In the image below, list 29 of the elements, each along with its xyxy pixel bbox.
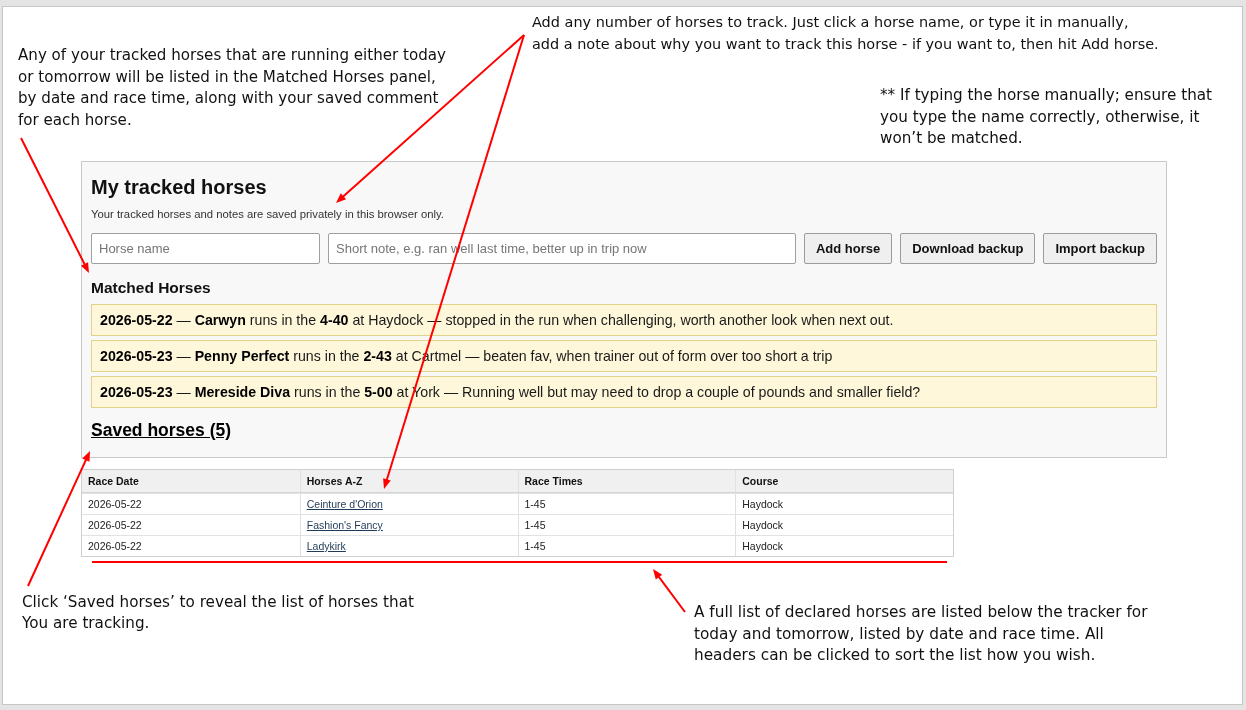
import-backup-button[interactable]: Import backup [1043, 233, 1157, 264]
annotation-note: Add any number of horses to track. Just click a horse name, or type it in manually, add a note about why you want to track this horse - if you want to, then hit Add horse. [532, 13, 1159, 54]
annotation-note: Click ‘Saved horses’ to reveal the list of horses that You are tracking. [22, 592, 414, 634]
table-cell: Haydock [735, 515, 953, 535]
table-cell-text: 2026-05-22 [87, 497, 143, 512]
arrow [653, 569, 686, 613]
matched-heading: Matched Horses [91, 278, 212, 297]
table-cell: Haydock [735, 494, 953, 514]
table-cell: Haydock [735, 536, 953, 556]
table-cell: 1-45 [517, 515, 736, 535]
download-backup-button[interactable]: Download backup [900, 233, 1036, 264]
panel-subtitle: Your tracked horses and notes are saved privately in this browser only. [91, 207, 445, 221]
add-horse-button[interactable]: Add horse [803, 233, 893, 264]
table-cell: 1-45 [517, 494, 736, 514]
column-header[interactable]: Race Times [517, 470, 736, 492]
table-cell-text: 2026-05-22 [87, 539, 143, 554]
horse-link[interactable]: Fashion's Fancy [306, 519, 383, 531]
horse-link[interactable]: Ladykirk [306, 540, 346, 552]
saved-horses-link[interactable]: Saved horses (5) [91, 419, 232, 441]
annotation-note: Any of your tracked horses that are running either today or tomorrow will be listed in the Matched Horses panel, by date and race time, along with your saved comment for each horse. [18, 45, 446, 132]
horse-link[interactable]: Ceinture d'Orion [306, 498, 383, 510]
annotation-note: ** If typing the horse manually; ensure that you type the name correctly, otherwise, it won’t be matched. [880, 85, 1213, 149]
column-header[interactable]: Course [735, 470, 953, 492]
panel-title: My tracked horses [91, 175, 268, 199]
annotation-note: A full list of declared horses are listed below the tracker for today and tomorrow, listed by date and race time. All headers can be clicked to sort the list how you wish. [694, 602, 1148, 666]
column-header[interactable]: Race Date [82, 470, 300, 492]
horse-name-field[interactable]: Horse name [91, 233, 320, 264]
table-cell: 1-45 [517, 536, 736, 556]
table-cell-text: 2026-05-22 [87, 518, 143, 533]
